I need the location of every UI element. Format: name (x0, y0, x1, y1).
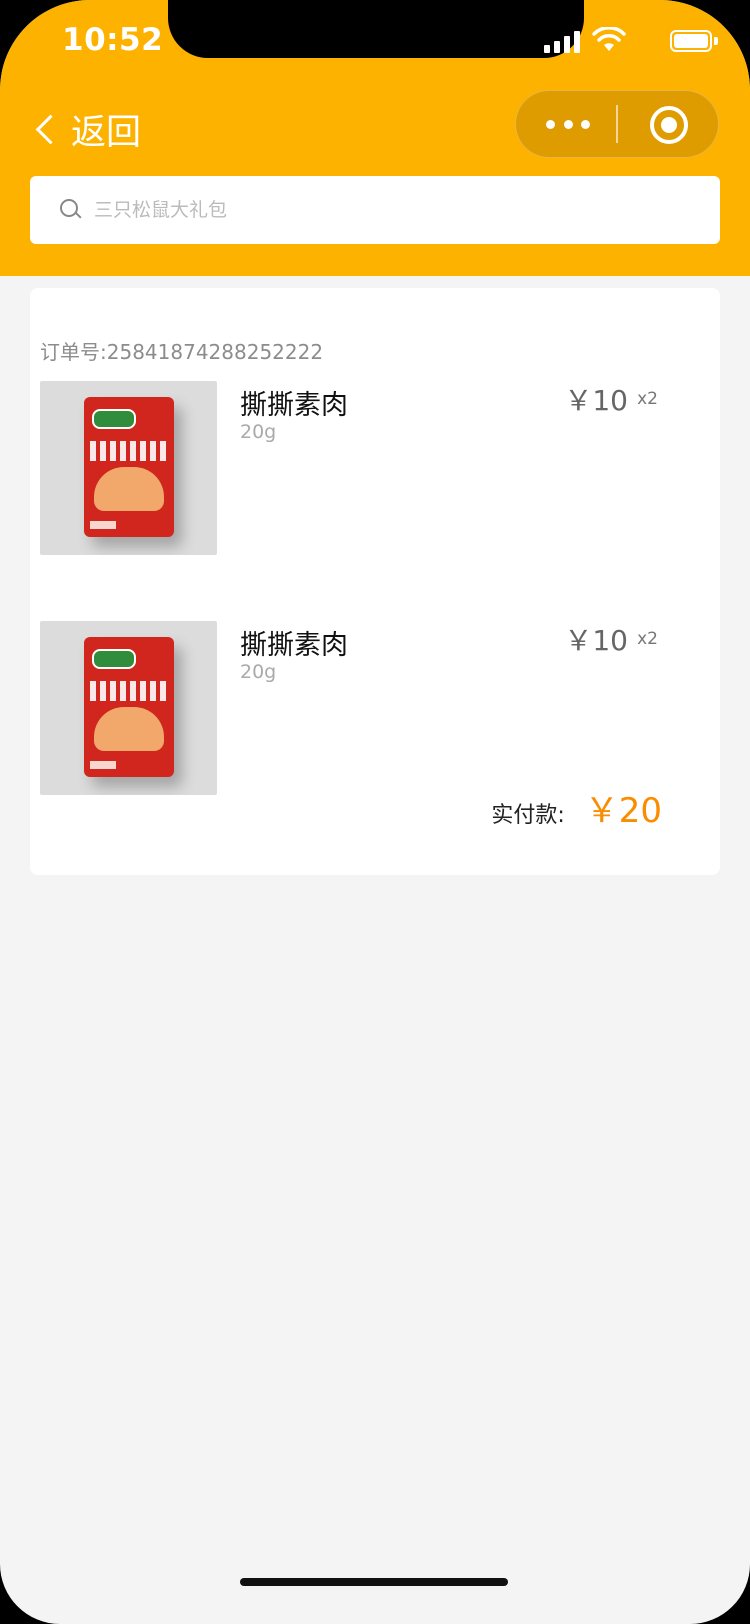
header: 10:52 返回 (0, 0, 750, 276)
close-miniprogram-icon[interactable] (650, 106, 688, 144)
miniprogram-capsule (515, 90, 719, 158)
order-number-value: 25841874288252222 (106, 340, 324, 364)
status-time: 10:52 (62, 22, 164, 58)
product-image (40, 381, 217, 555)
product-name: 撕撕素肉 (240, 630, 348, 661)
cellular-signal-icon (544, 31, 580, 53)
order-total: 实付款: ￥20 (491, 783, 662, 832)
notch (168, 0, 584, 58)
order-item[interactable]: 撕撕素肉 20g ￥10 x2 (40, 381, 710, 557)
search-input[interactable] (92, 198, 656, 222)
product-quantity: x2 (637, 629, 658, 649)
order-number-label: 订单号: (40, 340, 107, 364)
home-indicator[interactable] (240, 1578, 508, 1586)
product-image (40, 621, 217, 795)
back-button[interactable]: 返回 (30, 104, 141, 154)
app-screen: 10:52 返回 三只松鼠大礼包 订单号:25841874288252222 撕… (0, 0, 750, 1624)
capsule-divider (616, 105, 618, 143)
chevron-left-icon (35, 114, 66, 144)
search-icon (60, 199, 82, 221)
paid-amount: ￥20 (584, 791, 662, 831)
more-options-icon[interactable] (546, 113, 590, 135)
battery-icon (670, 30, 712, 52)
product-spec: 20g (240, 661, 277, 683)
back-label: 返回 (71, 112, 142, 153)
wifi-icon (592, 27, 626, 51)
product-price: ￥10 (564, 624, 628, 657)
product-name: 撕撕素肉 (240, 390, 348, 421)
product-quantity: x2 (637, 389, 658, 409)
order-card: 订单号:25841874288252222 撕撕素肉 20g ￥10 x2 撕撕… (30, 288, 720, 875)
product-spec: 20g (240, 421, 277, 443)
search-bar[interactable] (30, 176, 720, 244)
order-item[interactable]: 撕撕素肉 20g ￥10 x2 (40, 621, 710, 797)
order-number: 订单号:25841874288252222 (40, 336, 323, 365)
battery-cap (714, 37, 718, 45)
paid-label: 实付款: (491, 803, 565, 828)
product-price: ￥10 (564, 384, 628, 417)
